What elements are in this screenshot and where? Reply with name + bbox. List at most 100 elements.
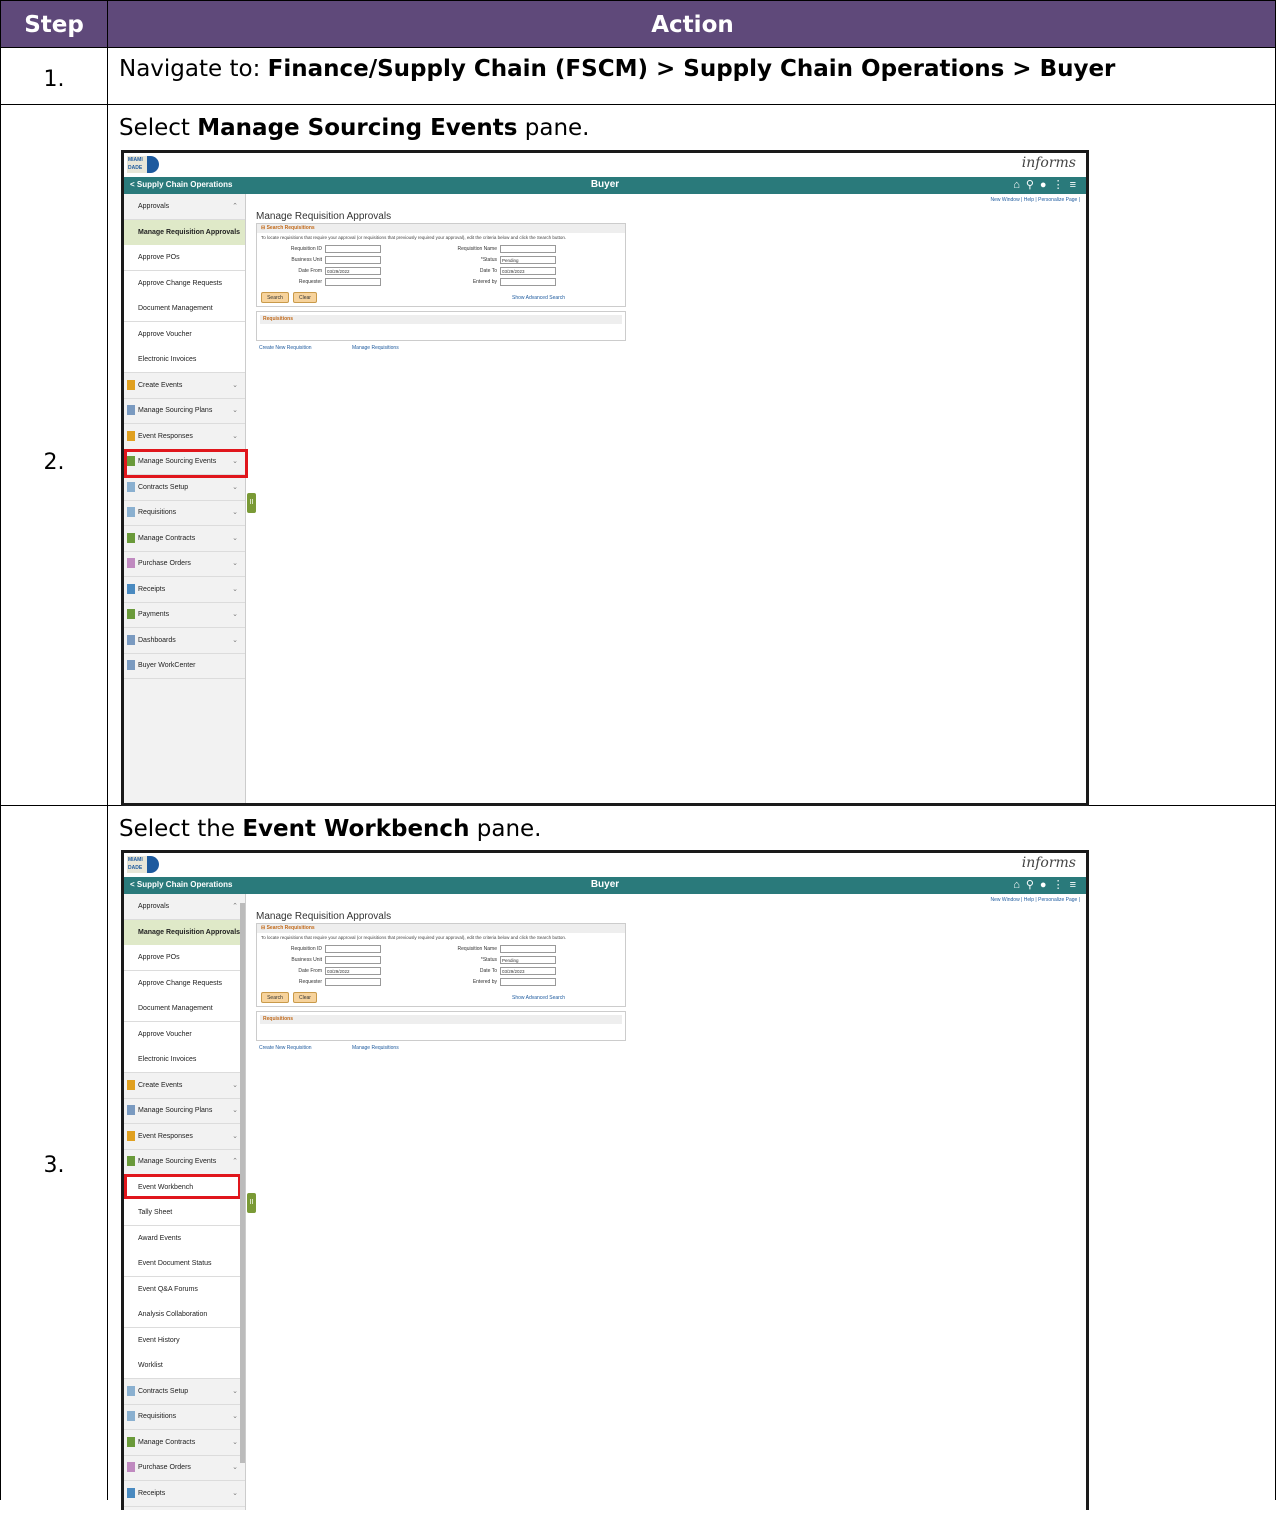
clear-button[interactable]: Clear bbox=[293, 292, 317, 303]
sidebar-item-buyer-workcenter[interactable]: Buyer WorkCenter bbox=[124, 653, 245, 679]
clear-button[interactable]: Clear bbox=[293, 992, 317, 1003]
chevron-icon: ⌄ bbox=[232, 381, 238, 389]
sidebar-item-document-management[interactable]: Document Management bbox=[124, 296, 245, 322]
more-icon[interactable]: ⋮ bbox=[1053, 879, 1070, 891]
collapse-handle[interactable]: II bbox=[247, 1193, 256, 1213]
sidebar-item-event-responses[interactable]: Event Responses ⌄ bbox=[124, 1124, 245, 1150]
sidebar-item-manage-sourcing-plans[interactable]: Manage Sourcing Plans ⌄ bbox=[124, 398, 245, 424]
sidebar-item-worklist[interactable]: Worklist bbox=[124, 1353, 245, 1379]
home-icon[interactable]: ⌂ bbox=[1013, 879, 1026, 891]
field-input[interactable]: 03/29/2022 bbox=[325, 267, 381, 275]
sidebar-item-contracts-setup[interactable]: Contracts Setup ⌄ bbox=[124, 1379, 245, 1405]
sidebar-item-approvals[interactable]: Approvals ⌃ bbox=[124, 894, 245, 920]
search-icon[interactable]: ⚲ bbox=[1026, 179, 1040, 191]
create-new-requisition-link[interactable]: Create New Requisition bbox=[259, 1045, 312, 1051]
field-input[interactable]: 03/29/2022 bbox=[325, 967, 381, 975]
sidebar-item-manage-sourcing-events[interactable]: Manage Sourcing Events ⌃ bbox=[124, 1149, 245, 1175]
field-label: Date From bbox=[298, 268, 322, 274]
menu-icon[interactable]: ≡ bbox=[1070, 879, 1082, 891]
field-input[interactable]: 03/29/2023 bbox=[500, 267, 556, 275]
sidebar-item-manage-sourcing-plans[interactable]: Manage Sourcing Plans ⌄ bbox=[124, 1098, 245, 1124]
field-input[interactable] bbox=[325, 256, 381, 264]
sidebar-item-purchase-orders[interactable]: Purchase Orders ⌄ bbox=[124, 551, 245, 577]
field-input[interactable] bbox=[500, 278, 556, 286]
sidebar-item-dashboards[interactable]: Dashboards ⌄ bbox=[124, 628, 245, 654]
field-input[interactable] bbox=[325, 945, 381, 953]
sidebar-item-approve-change-requests[interactable]: Approve Change Requests bbox=[124, 970, 245, 997]
chevron-icon: ⌄ bbox=[232, 534, 238, 542]
sidebar-item-manage-contracts[interactable]: Manage Contracts ⌄ bbox=[124, 526, 245, 552]
manage-requisitions-link[interactable]: Manage Requisitions bbox=[352, 1045, 399, 1051]
sidebar-item-create-events[interactable]: Create Events ⌄ bbox=[124, 373, 245, 399]
sidebar-item-manage-requisition-approvals[interactable]: Manage Requisition Approvals bbox=[124, 919, 245, 946]
chevron-icon: ⌄ bbox=[232, 1464, 238, 1471]
sidebar-item-approve-pos[interactable]: Approve POs bbox=[124, 245, 245, 271]
sidebar-item-requisitions[interactable]: Requisitions ⌄ bbox=[124, 500, 245, 526]
search-button[interactable]: Search bbox=[261, 292, 289, 303]
field-input[interactable]: Pending bbox=[500, 956, 556, 964]
search-section-header[interactable]: ⊟ Search Requisitions bbox=[257, 924, 625, 933]
sidebar-scrollbar[interactable] bbox=[240, 903, 245, 1463]
sidebar-item-manage-requisition-approvals[interactable]: Manage Requisition Approvals bbox=[124, 219, 245, 246]
sidebar-item-create-events[interactable]: Create Events ⌄ bbox=[124, 1073, 245, 1099]
field-label: Requester bbox=[298, 279, 322, 285]
sidebar-item-event-history[interactable]: Event History bbox=[124, 1327, 245, 1354]
field-input[interactable] bbox=[500, 245, 556, 253]
more-icon[interactable]: ⋮ bbox=[1053, 179, 1070, 191]
show-advanced-search-link[interactable]: Show Advanced Search bbox=[512, 295, 565, 301]
sidebar-item-document-management[interactable]: Document Management bbox=[124, 996, 245, 1022]
sidebar-item-payments[interactable]: Payments ⌄ bbox=[124, 602, 245, 628]
field-input[interactable] bbox=[500, 978, 556, 986]
search-requisitions-box: ⊟ Search Requisitions To locate requisiti… bbox=[256, 923, 626, 1007]
field-input[interactable] bbox=[500, 945, 556, 953]
sidebar-item-receipts[interactable]: Receipts ⌄ bbox=[124, 577, 245, 603]
notification-icon[interactable]: ● bbox=[1040, 879, 1053, 891]
field-input[interactable] bbox=[325, 978, 381, 986]
sidebar-item-requisitions[interactable]: Requisitions ⌄ bbox=[124, 1404, 245, 1430]
field-input[interactable]: Pending bbox=[500, 256, 556, 264]
create-new-requisition-link[interactable]: Create New Requisition bbox=[259, 345, 312, 351]
sidebar-nav: Approvals ⌃ Manage Requisition Approvals Ap… bbox=[124, 894, 246, 1510]
search-section-header[interactable]: ⊟ Search Requisitions bbox=[257, 224, 625, 233]
sidebar-item-tally-sheet[interactable]: Tally Sheet bbox=[124, 1200, 245, 1226]
home-icon[interactable]: ⌂ bbox=[1013, 179, 1026, 191]
sidebar-item-event-responses[interactable]: Event Responses ⌄ bbox=[124, 424, 245, 450]
notification-icon[interactable]: ● bbox=[1040, 179, 1053, 191]
sidebar-item-event-document-status[interactable]: Event Document Status bbox=[124, 1251, 245, 1277]
sidebar-item-award-events[interactable]: Award Events bbox=[124, 1225, 245, 1252]
menu-icon[interactable]: ≡ bbox=[1070, 179, 1082, 191]
folder-icon bbox=[127, 1130, 135, 1141]
show-advanced-search-link[interactable]: Show Advanced Search bbox=[512, 995, 565, 1001]
sidebar-item-approve-voucher[interactable]: Approve Voucher bbox=[124, 321, 245, 348]
field-input[interactable]: 03/29/2023 bbox=[500, 967, 556, 975]
highlight-box bbox=[124, 1174, 241, 1199]
sidebar-item-approve-change-requests[interactable]: Approve Change Requests bbox=[124, 270, 245, 297]
page-links[interactable]: New Window | Help | Personalize Page | bbox=[991, 897, 1081, 903]
page-links[interactable]: New Window | Help | Personalize Page | bbox=[991, 197, 1081, 203]
requisitions-header: Requisitions bbox=[260, 1015, 622, 1024]
sidebar-item-contracts-setup[interactable]: Contracts Setup ⌄ bbox=[124, 475, 245, 501]
field-label: Requisition ID bbox=[290, 246, 322, 252]
sidebar-item-approve-pos[interactable]: Approve POs bbox=[124, 945, 245, 971]
sidebar-item-label: Document Management bbox=[138, 305, 213, 312]
manage-requisitions-link[interactable]: Manage Requisitions bbox=[352, 345, 399, 351]
field-input[interactable] bbox=[325, 245, 381, 253]
sidebar-item-approvals[interactable]: Approvals ⌃ bbox=[124, 194, 245, 220]
sidebar-item-analysis-collaboration[interactable]: Analysis Collaboration bbox=[124, 1302, 245, 1328]
sidebar-item-purchase-orders[interactable]: Purchase Orders ⌄ bbox=[124, 1455, 245, 1481]
sidebar-item-approve-voucher[interactable]: Approve Voucher bbox=[124, 1021, 245, 1048]
search-icon[interactable]: ⚲ bbox=[1026, 879, 1040, 891]
sidebar-item-electronic-invoices[interactable]: Electronic Invoices bbox=[124, 347, 245, 373]
sidebar-item-label: Manage Sourcing Plans bbox=[138, 1107, 213, 1114]
sidebar-item-label: Manage Requisition Approvals bbox=[138, 228, 241, 236]
folder-icon bbox=[127, 1385, 135, 1396]
sidebar-item-manage-contracts[interactable]: Manage Contracts ⌄ bbox=[124, 1430, 245, 1456]
field-input[interactable] bbox=[325, 278, 381, 286]
sidebar-item-receipts[interactable]: Receipts ⌄ bbox=[124, 1481, 245, 1507]
sidebar-item-event-q-a-forums[interactable]: Event Q&A Forums bbox=[124, 1276, 245, 1303]
navigation-bar: < Supply Chain Operations Buyer ⌂⚲●⋮≡ bbox=[124, 177, 1086, 194]
sidebar-item-electronic-invoices[interactable]: Electronic Invoices bbox=[124, 1047, 245, 1073]
field-input[interactable] bbox=[325, 956, 381, 964]
collapse-handle[interactable]: II bbox=[247, 493, 256, 513]
search-button[interactable]: Search bbox=[261, 992, 289, 1003]
